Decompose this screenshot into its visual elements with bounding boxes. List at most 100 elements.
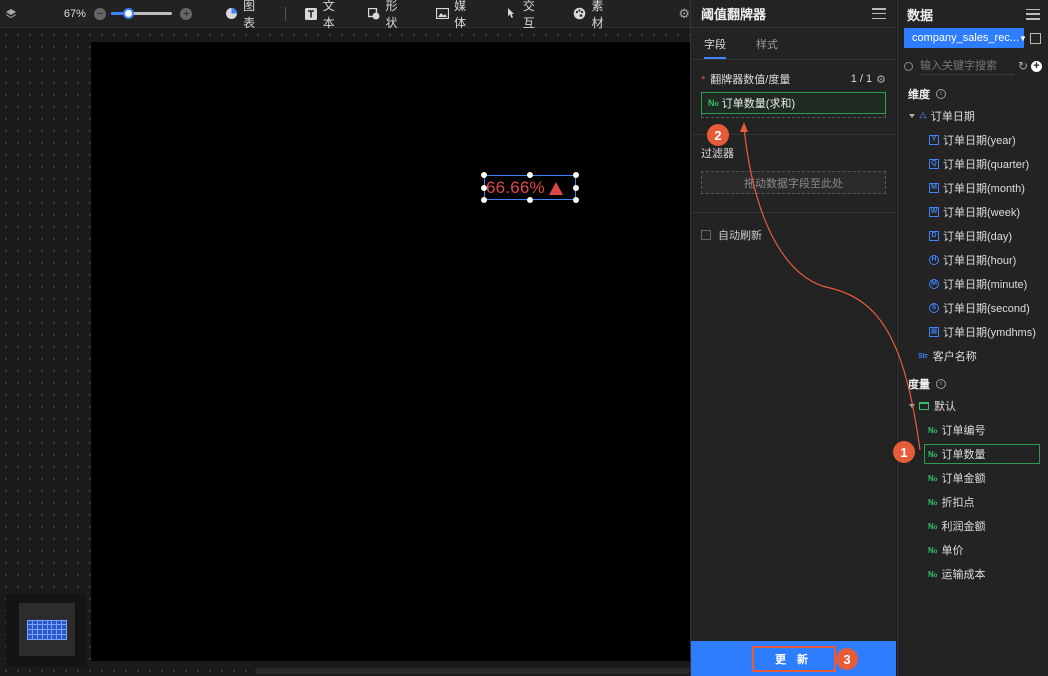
value-field-label: 订单数量(求和) [721,98,796,110]
auto-refresh-checkbox[interactable] [701,230,711,240]
measure-item[interactable]: No 订单编号 [898,418,1048,442]
numeric-field-icon: No [928,449,938,459]
required-mark: * [701,74,706,86]
toolbar-assets-label: 素材 [591,0,604,30]
dashboard-canvas[interactable] [91,42,690,661]
zoom-slider-handle[interactable] [122,8,134,19]
dimension-item[interactable]: S 订单日期(second) [898,296,1048,320]
trend-up-icon [548,181,563,195]
resize-handle[interactable] [573,197,579,203]
dimensions-header: 维度 i [898,84,1048,104]
resize-handle[interactable] [573,172,579,178]
dimension-item[interactable]: Y 订单日期(year) [898,128,1048,152]
measure-label: 单价 [941,545,964,557]
dimension-item[interactable]: Str 客户名称 [898,344,1048,368]
dimension-label: 订单日期(minute) [943,279,1028,291]
measure-item[interactable]: No 利润金额 [898,514,1048,538]
dimension-item[interactable]: H 订单日期(hour) [898,248,1048,272]
dimension-label: 订单日期(year) [943,135,1016,147]
dimension-item[interactable]: W 订单日期(week) [898,200,1048,224]
config-header: 阈值翻牌器 [691,0,896,28]
numeric-field-icon: No [928,569,938,579]
numeric-field-icon: No [928,497,938,507]
measure-label: 利润金额 [941,521,986,533]
measure-item-selected[interactable]: No 订单数量 [924,444,1040,464]
zoom-slider[interactable] [110,8,173,19]
zoom-level: 67% [63,7,86,20]
value-field-chip[interactable]: No 订单数量(求和) [701,92,886,114]
zoom-out-button[interactable]: − [93,7,106,20]
widget-value: 66.66% [486,178,545,197]
value-section-label: 翻牌器数值/度量 [710,74,791,86]
measure-folder[interactable]: 默认 [898,394,1048,418]
update-button[interactable]: 更 新 [751,645,836,672]
dataset-select[interactable]: company_sales_rec... ▼ [904,28,1027,48]
filter-drop-zone[interactable]: 拖动数据字段至此处 [701,171,886,194]
tab-style[interactable]: 样式 [756,36,778,52]
toolbar-media-button[interactable]: 媒体 [435,0,478,31]
zoom-in-button[interactable]: + [180,7,193,20]
year-icon: Y [929,135,939,145]
refresh-icon[interactable]: ↻ [1018,59,1028,73]
toolbar-assets-button[interactable]: 素材 [573,0,616,31]
toolbar-shape-button[interactable]: 形状 [367,0,410,31]
info-icon[interactable]: i [936,89,946,99]
dimension-label: 客户名称 [932,351,977,363]
dimension-item[interactable]: ▦ 订单日期(ymdhms) [898,320,1048,344]
collapse-menu-icon[interactable] [1026,8,1040,20]
auto-refresh-row[interactable]: 自动刷新 [691,213,896,257]
dimension-group-date[interactable]: ⛼ 订单日期 [898,104,1048,128]
measure-item[interactable]: No 单价 [898,538,1048,562]
canvas-toolbar: 67% − + 图表 文本 形状 媒体 交互 素材 ⚙ [0,0,690,31]
measure-item[interactable]: No 运输成本 [898,562,1048,586]
step-badge-1: 1 [893,441,915,463]
data-panel: 数据 company_sales_rec... ▼ ↻ + 维度 i ⛼ 订单日… [897,0,1048,676]
config-panel: 阈值翻牌器 字段 样式 * 翻牌器数值/度量 1 / 1 ⚙ No 订单数量(求和)… [690,0,896,676]
toolbar-interaction-button[interactable]: 交互 [504,0,547,31]
widget-value-display: 66.66% [486,178,563,198]
minimap-thumbnail [27,619,67,640]
update-bar: 更 新 [691,641,896,676]
text-t-icon [304,7,318,21]
calendar-icon: ▦ [929,327,939,337]
measure-label: 订单数量 [941,449,986,461]
dimension-item[interactable]: Q 订单日期(quarter) [898,152,1048,176]
add-icon[interactable]: + [1031,60,1042,72]
config-tabs: 字段 样式 [691,28,896,60]
week-icon: W [929,207,939,217]
caret-down-icon[interactable] [909,114,915,118]
drop-zone-outline [701,114,886,118]
search-icon [904,61,913,71]
dimension-label: 订单日期(week) [943,207,1021,219]
horizontal-scrollbar[interactable] [255,668,690,674]
edit-dataset-icon[interactable] [1030,32,1041,44]
tab-fields[interactable]: 字段 [704,36,726,52]
dimension-item[interactable]: M 订单日期(minute) [898,272,1048,296]
field-search: ↻ + [898,56,1048,76]
resize-handle[interactable] [573,185,579,191]
settings-gear-icon[interactable]: ⚙ [876,73,886,86]
dimension-item[interactable]: D 订单日期(day) [898,224,1048,248]
data-panel-title: 数据 [907,7,934,23]
hierarchy-icon: ⛼ [919,109,927,121]
toolbar-chart-button[interactable]: 图表 [224,0,267,31]
quarter-icon: Q [929,159,939,169]
caret-down-icon[interactable] [909,404,915,408]
auto-refresh-label: 自动刷新 [718,230,762,242]
toolbar-text-label: 文本 [322,0,335,30]
toolbar-text-button[interactable]: 文本 [304,0,347,31]
dimension-item[interactable]: M 订单日期(month) [898,176,1048,200]
active-tab-indicator [704,57,726,59]
info-icon[interactable]: i [936,379,946,389]
toolbar-chart-label: 图表 [243,0,256,30]
layers-icon[interactable] [3,6,19,22]
data-panel-header: 数据 [898,0,1048,28]
minimap[interactable] [6,595,86,667]
collapse-menu-icon[interactable] [872,8,886,19]
step-badge-2: 2 [707,124,729,146]
gear-icon[interactable]: ⚙ [678,6,690,22]
measure-item[interactable]: No 订单金额 [898,466,1048,490]
measure-item[interactable]: No 折扣点 [898,490,1048,514]
search-input[interactable] [920,57,1014,75]
step-badge-3: 3 [836,648,858,670]
